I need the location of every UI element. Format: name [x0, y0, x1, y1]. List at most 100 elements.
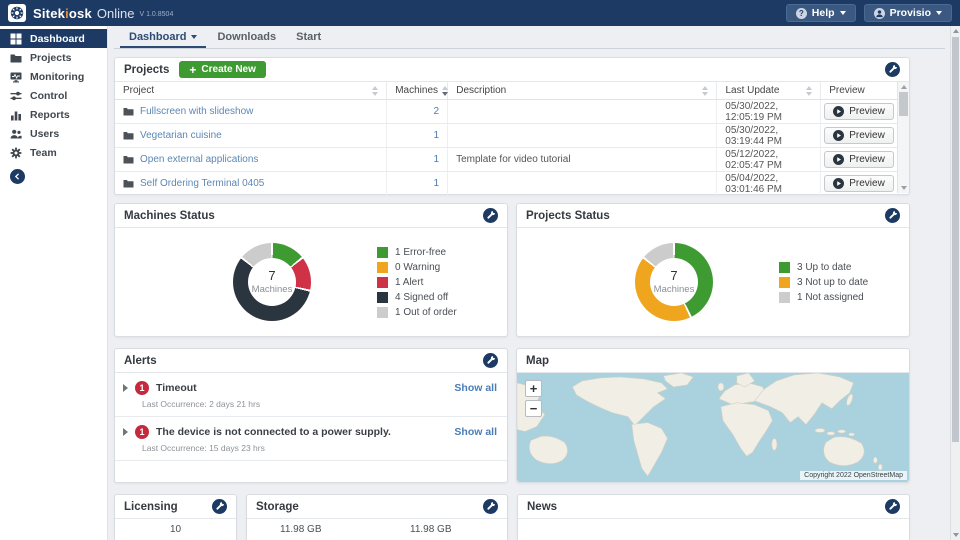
folder-icon — [123, 155, 134, 164]
sidebar-item-label: Team — [30, 147, 57, 159]
scroll-down-icon[interactable] — [901, 186, 907, 190]
licensing-panel: Licensing 10 — [114, 494, 237, 540]
machines-count-link[interactable]: 1 — [434, 130, 440, 141]
preview-button[interactable]: Preview — [824, 175, 894, 192]
sidebar-item-projects[interactable]: Projects — [0, 48, 107, 67]
scrollbar-thumb[interactable] — [952, 37, 959, 442]
tab-dashboard[interactable]: Dashboard — [120, 28, 206, 48]
project-link[interactable]: Vegetarian cuisine — [123, 130, 222, 141]
legend-swatch — [377, 247, 388, 258]
scrollbar-thumb[interactable] — [899, 92, 908, 116]
sort-icon[interactable] — [442, 86, 448, 96]
folder-icon — [123, 179, 134, 188]
scroll-down-icon[interactable] — [953, 533, 959, 537]
licensing-value: 10 — [115, 524, 236, 535]
storage-panel: Storage 11.98 GB 11.98 GB — [246, 494, 508, 540]
folder-icon — [123, 107, 134, 116]
project-link[interactable]: Fullscreen with slideshow — [123, 106, 253, 117]
panel-settings-wrench-icon[interactable] — [885, 208, 900, 223]
expand-caret-icon[interactable] — [123, 428, 128, 436]
table-row: Vegetarian cuisine 1 05/30/2022, 03:19:4… — [115, 124, 897, 148]
projects-panel: Projects + Create New Project Machines D… — [114, 57, 910, 195]
legend-label: 3 Not up to date — [797, 277, 868, 288]
help-button[interactable]: ? Help — [786, 4, 856, 22]
monitoring-icon — [10, 71, 22, 83]
alert-last-occurrence: Last Occurrence: 15 days 23 hrs — [142, 443, 497, 453]
sidebar-item-control[interactable]: Control — [0, 86, 107, 105]
sidebar-item-label: Reports — [30, 109, 70, 121]
world-map[interactable]: + − Copyright 2022 OpenStreetMap — [517, 373, 909, 482]
sidebar-item-users[interactable]: Users — [0, 124, 107, 143]
play-circle-icon — [833, 154, 844, 165]
preview-button[interactable]: Preview — [824, 151, 894, 168]
expand-caret-icon[interactable] — [123, 384, 128, 392]
create-new-button[interactable]: + Create New — [179, 61, 265, 78]
chevron-down-icon — [936, 11, 942, 15]
panel-title: News — [527, 501, 557, 513]
legend-item: 1 Not assigned — [779, 292, 868, 303]
plus-icon: + — [189, 64, 196, 76]
project-description: Template for video tutorial — [456, 154, 571, 165]
sort-icon[interactable] — [702, 86, 708, 96]
scroll-up-icon[interactable] — [901, 85, 907, 89]
sort-icon[interactable] — [806, 86, 812, 96]
column-header-project: Project — [123, 85, 154, 96]
legend-swatch — [377, 292, 388, 303]
legend-item: 3 Up to date — [779, 262, 868, 273]
legend-swatch — [779, 277, 790, 288]
legend-label: 0 Warning — [395, 262, 440, 273]
preview-button[interactable]: Preview — [824, 103, 894, 120]
panel-title: Machines Status — [124, 210, 215, 222]
preview-button[interactable]: Preview — [824, 127, 894, 144]
sidebar-item-team[interactable]: Team — [0, 143, 107, 162]
alert-item: 1 The device is not connected to a power… — [115, 417, 507, 461]
table-scrollbar[interactable] — [897, 82, 909, 193]
tab-bar: Dashboard Downloads Start — [114, 29, 945, 49]
machines-count-link[interactable]: 1 — [434, 154, 440, 165]
show-all-link[interactable]: Show all — [454, 426, 497, 438]
sidebar-item-reports[interactable]: Reports — [0, 105, 107, 124]
show-all-link[interactable]: Show all — [454, 382, 497, 394]
play-circle-icon — [833, 130, 844, 141]
machines-count-link[interactable]: 2 — [434, 106, 440, 117]
legend-item: 1 Out of order — [377, 307, 457, 318]
sidebar-collapse-button[interactable] — [10, 169, 25, 184]
help-icon: ? — [796, 8, 807, 19]
alert-count-badge: 1 — [135, 425, 149, 439]
panel-title: Alerts — [124, 355, 157, 367]
map-zoom-out-button[interactable]: − — [525, 400, 542, 417]
project-link[interactable]: Open external applications — [123, 154, 258, 165]
project-link[interactable]: Self Ordering Terminal 0405 — [123, 178, 264, 189]
version-label: V 1.0.8504 — [139, 11, 173, 18]
sidebar-item-monitoring[interactable]: Monitoring — [0, 67, 107, 86]
map-attribution: Copyright 2022 OpenStreetMap — [800, 471, 907, 480]
panel-settings-wrench-icon[interactable] — [483, 353, 498, 368]
alert-last-occurrence: Last Occurrence: 2 days 21 hrs — [142, 399, 497, 409]
panel-settings-wrench-icon[interactable] — [483, 208, 498, 223]
legend-item: 1 Alert — [377, 277, 457, 288]
panel-settings-wrench-icon[interactable] — [212, 499, 227, 514]
tab-downloads[interactable]: Downloads — [208, 28, 285, 48]
panel-settings-wrench-icon[interactable] — [483, 499, 498, 514]
sidebar-item-dashboard[interactable]: Dashboard — [0, 29, 107, 48]
sort-icon[interactable] — [372, 86, 378, 96]
panel-settings-wrench-icon[interactable] — [885, 499, 900, 514]
alert-count-badge: 1 — [135, 381, 149, 395]
scroll-up-icon[interactable] — [953, 29, 959, 33]
last-update-value: 05/30/2022, 03:19:44 PM — [725, 125, 812, 147]
sidebar-item-label: Users — [30, 128, 59, 140]
storage-value: 11.98 GB — [410, 524, 474, 535]
panel-title: Map — [526, 355, 549, 367]
tab-start[interactable]: Start — [287, 28, 330, 48]
panel-settings-wrench-icon[interactable] — [885, 62, 900, 77]
alert-item: 1 Timeout Show all Last Occurrence: 2 da… — [115, 373, 507, 417]
page-scrollbar[interactable] — [950, 26, 960, 540]
map-zoom-in-button[interactable]: + — [525, 380, 542, 397]
column-header-last-update: Last Update — [725, 85, 779, 96]
machines-count-link[interactable]: 1 — [434, 178, 440, 189]
main-content: Dashboard Downloads Start Projects + Cre… — [108, 26, 950, 540]
column-header-preview: Preview — [829, 85, 865, 96]
user-menu-button[interactable]: Provisio — [864, 4, 952, 22]
sidebar: Dashboard Projects Monitoring Control Re… — [0, 26, 108, 540]
table-row: Self Ordering Terminal 0405 1 05/04/2022… — [115, 172, 897, 196]
